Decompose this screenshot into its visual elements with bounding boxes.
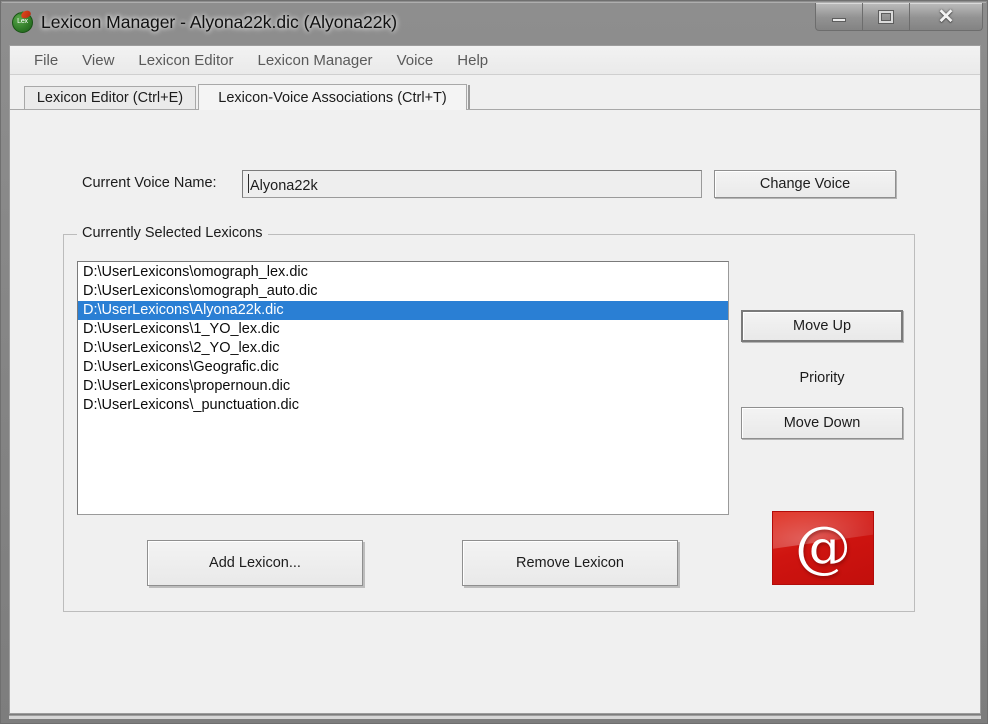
list-item[interactable]: D:\UserLexicons\2_YO_lex.dic <box>78 339 728 358</box>
maximize-icon <box>879 10 893 23</box>
currently-selected-lexicons-label: Currently Selected Lexicons <box>77 225 268 241</box>
close-icon: ✕ <box>937 5 955 28</box>
title-bar[interactable]: Lex Lexicon Manager - Alyona22k.dic (Aly… <box>1 1 988 43</box>
maximize-button[interactable] <box>863 3 910 30</box>
list-item[interactable]: D:\UserLexicons\Geografic.dic <box>78 358 728 377</box>
caption-button-group: ✕ <box>815 3 983 31</box>
tab-strip-edge <box>468 85 470 109</box>
window-bottom-edge <box>9 715 981 719</box>
minimize-button[interactable] <box>816 3 863 30</box>
remove-lexicon-button[interactable]: Remove Lexicon <box>462 540 678 586</box>
menu-bar: File View Lexicon Editor Lexicon Manager… <box>10 46 980 75</box>
add-lexicon-button[interactable]: Add Lexicon... <box>147 540 363 586</box>
menu-item-view[interactable]: View <box>70 50 126 71</box>
menu-item-file[interactable]: File <box>22 50 70 71</box>
list-item[interactable]: D:\UserLexicons\omograph_lex.dic <box>78 263 728 282</box>
menu-item-voice[interactable]: Voice <box>385 50 446 71</box>
list-item[interactable]: D:\UserLexicons\propernoun.dic <box>78 377 728 396</box>
application-window: Lex Lexicon Manager - Alyona22k.dic (Aly… <box>0 0 988 724</box>
lexicon-list[interactable]: D:\UserLexicons\omograph_lex.dic D:\User… <box>77 261 729 515</box>
move-down-button[interactable]: Move Down <box>741 407 903 439</box>
current-voice-name-label: Current Voice Name: <box>82 175 217 191</box>
menu-item-lexicon-manager[interactable]: Lexicon Manager <box>245 50 384 71</box>
text-caret <box>248 174 249 193</box>
change-voice-button[interactable]: Change Voice <box>714 170 896 198</box>
window-title: Lexicon Manager - Alyona22k.dic (Alyona2… <box>41 12 398 32</box>
close-button[interactable]: ✕ <box>910 3 982 30</box>
menu-item-lexicon-editor[interactable]: Lexicon Editor <box>126 50 245 71</box>
minimize-icon <box>832 18 846 22</box>
tab-strip: Lexicon Editor (Ctrl+E) Lexicon-Voice As… <box>10 84 980 110</box>
priority-label: Priority <box>799 370 845 386</box>
list-item[interactable]: D:\UserLexicons\1_YO_lex.dic <box>78 320 728 339</box>
list-item-selected[interactable]: D:\UserLexicons\Alyona22k.dic <box>78 301 728 320</box>
current-voice-name-input[interactable] <box>242 170 702 198</box>
tab-lexicon-voice-associations[interactable]: Lexicon-Voice Associations (Ctrl+T) <box>198 84 467 110</box>
move-up-button[interactable]: Move Up <box>741 310 903 342</box>
tab-lexicon-editor[interactable]: Lexicon Editor (Ctrl+E) <box>24 86 196 110</box>
menu-item-help[interactable]: Help <box>445 50 500 71</box>
list-item[interactable]: D:\UserLexicons\_punctuation.dic <box>78 396 728 415</box>
list-item[interactable]: D:\UserLexicons\omograph_auto.dic <box>78 282 728 301</box>
lexicon-app-icon: Lex <box>12 9 34 33</box>
at-symbol-logo: @ <box>773 512 873 584</box>
at-icon: @ <box>795 515 851 580</box>
